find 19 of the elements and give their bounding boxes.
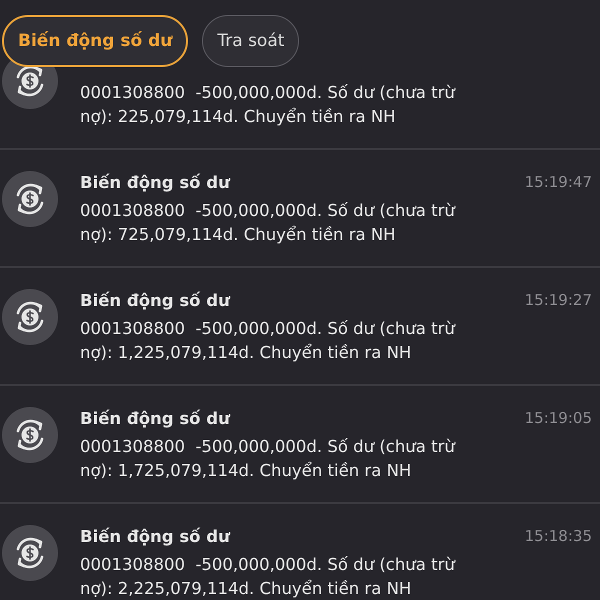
notification-message: 0001308800 -500,000,000d. Số dư (chưa trừ nợ): 725,079,114d. Chuyển tiền ra NH — [80, 200, 456, 246]
notification-time: 15:19:47 — [524, 173, 592, 191]
tab[interactable]: Tra soát — [202, 15, 300, 67]
notification-message: 0001308800 -500,000,000d. Số dư (chưa trừ nợ): 2,225,079,114d. Chuyển tiền ra NH — [80, 554, 456, 600]
money-exchange-icon — [2, 407, 58, 463]
notification-title: Biến động số dư — [80, 290, 230, 310]
notification-title: Biến động số dư — [80, 172, 230, 192]
money-exchange-icon — [2, 289, 58, 345]
notification-time: 15:19:27 — [524, 291, 592, 309]
tab[interactable]: Biến động số dư — [2, 15, 188, 67]
money-exchange-icon — [2, 171, 58, 227]
notification-message: 0001308800 -500,000,000d. Số dư (chưa trừ nợ): 1,725,079,114d. Chuyển tiền ra NH — [80, 436, 456, 482]
money-exchange-icon — [2, 525, 58, 581]
notification-time: 15:19:05 — [524, 409, 592, 427]
notification-title: Biến động số dư — [80, 408, 230, 428]
notification-message: 0001308800 -500,000,000d. Số dư (chưa trừ nợ): 225,079,114d. Chuyển tiền ra NH — [80, 82, 456, 128]
notification-message: 0001308800 -500,000,000d. Số dư (chưa trừ nợ): 1,225,079,114d. Chuyển tiền ra NH — [80, 318, 456, 364]
notification-title: Biến động số dư — [80, 526, 230, 546]
notification-time: 15:18:35 — [524, 527, 592, 545]
